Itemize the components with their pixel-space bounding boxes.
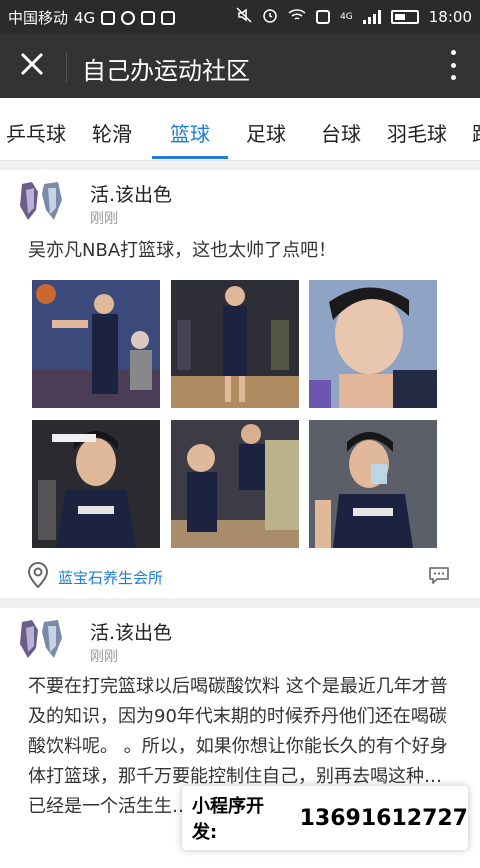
image-icon: [101, 10, 116, 25]
comment-icon[interactable]: [428, 566, 450, 584]
author-name[interactable]: 活.该出色: [90, 180, 172, 207]
network-label: 4G: [74, 8, 96, 27]
carrier-label: 中国移动: [8, 9, 69, 27]
avatar[interactable]: [18, 180, 64, 224]
post-time: 刚刚: [90, 211, 118, 227]
status-bar: 中国移动 4G 4G 18:00: [0, 0, 480, 34]
post-card[interactable]: 活.该出色 刚刚 吴亦凡NBA打篮球，这也太帅了点吧！ 蓝宝石养生会所: [0, 170, 480, 598]
promo-banner: 小程序开发: 13691612727: [182, 786, 468, 850]
promo-label: 小程序开发:: [192, 796, 264, 843]
promo-phone: 13691612727: [299, 805, 468, 831]
app-icon: [141, 10, 156, 25]
header-divider: [66, 52, 67, 82]
notification-icon: [161, 10, 176, 25]
tab-billiards[interactable]: 台球: [321, 118, 361, 147]
tab-football[interactable]: 足球: [246, 118, 286, 147]
app-header: 自己办运动社区: [0, 34, 480, 98]
app-icon: [121, 10, 136, 25]
tab-pingpong[interactable]: 乒乓球: [6, 118, 66, 147]
location-tag[interactable]: 蓝宝石养生会所: [27, 561, 164, 592]
network-tag: 4G: [340, 12, 353, 22]
active-tab-indicator: [152, 156, 228, 159]
sim-icon: [316, 10, 331, 24]
more-vertical-icon[interactable]: [450, 50, 456, 80]
post-content: 吴亦凡NBA打篮球，这也太帅了点吧！: [28, 240, 337, 261]
tab-skating[interactable]: 轮滑: [92, 118, 132, 147]
portrait-photo[interactable]: [309, 280, 437, 408]
basketball-photo[interactable]: [32, 280, 160, 408]
location-pin-icon: [27, 561, 49, 592]
signal-icon: [362, 10, 381, 24]
location-label: 蓝宝石养生会所: [58, 568, 164, 587]
mute-icon: [236, 7, 252, 27]
basketball-photo[interactable]: [171, 280, 299, 408]
page-title: 自己办运动社区: [82, 57, 250, 85]
tab-basketball[interactable]: 篮球: [170, 118, 210, 147]
portrait-photo[interactable]: [32, 420, 160, 548]
post-time: 刚刚: [90, 649, 118, 665]
wifi-icon: [288, 8, 306, 26]
battery-icon: [390, 10, 419, 24]
category-tabs: 乒乓球 轮滑 篮球 足球 台球 羽毛球 跑: [0, 98, 480, 161]
avatar[interactable]: [18, 618, 64, 662]
close-icon[interactable]: [18, 50, 46, 78]
portrait-photo[interactable]: [309, 420, 437, 548]
tab-badminton[interactable]: 羽毛球: [387, 118, 447, 147]
basketball-photo[interactable]: [171, 420, 299, 548]
clock: 18:00: [428, 8, 472, 26]
tab-running[interactable]: 跑: [472, 118, 480, 147]
author-name[interactable]: 活.该出色: [90, 618, 172, 645]
alarm-icon: [262, 7, 278, 27]
